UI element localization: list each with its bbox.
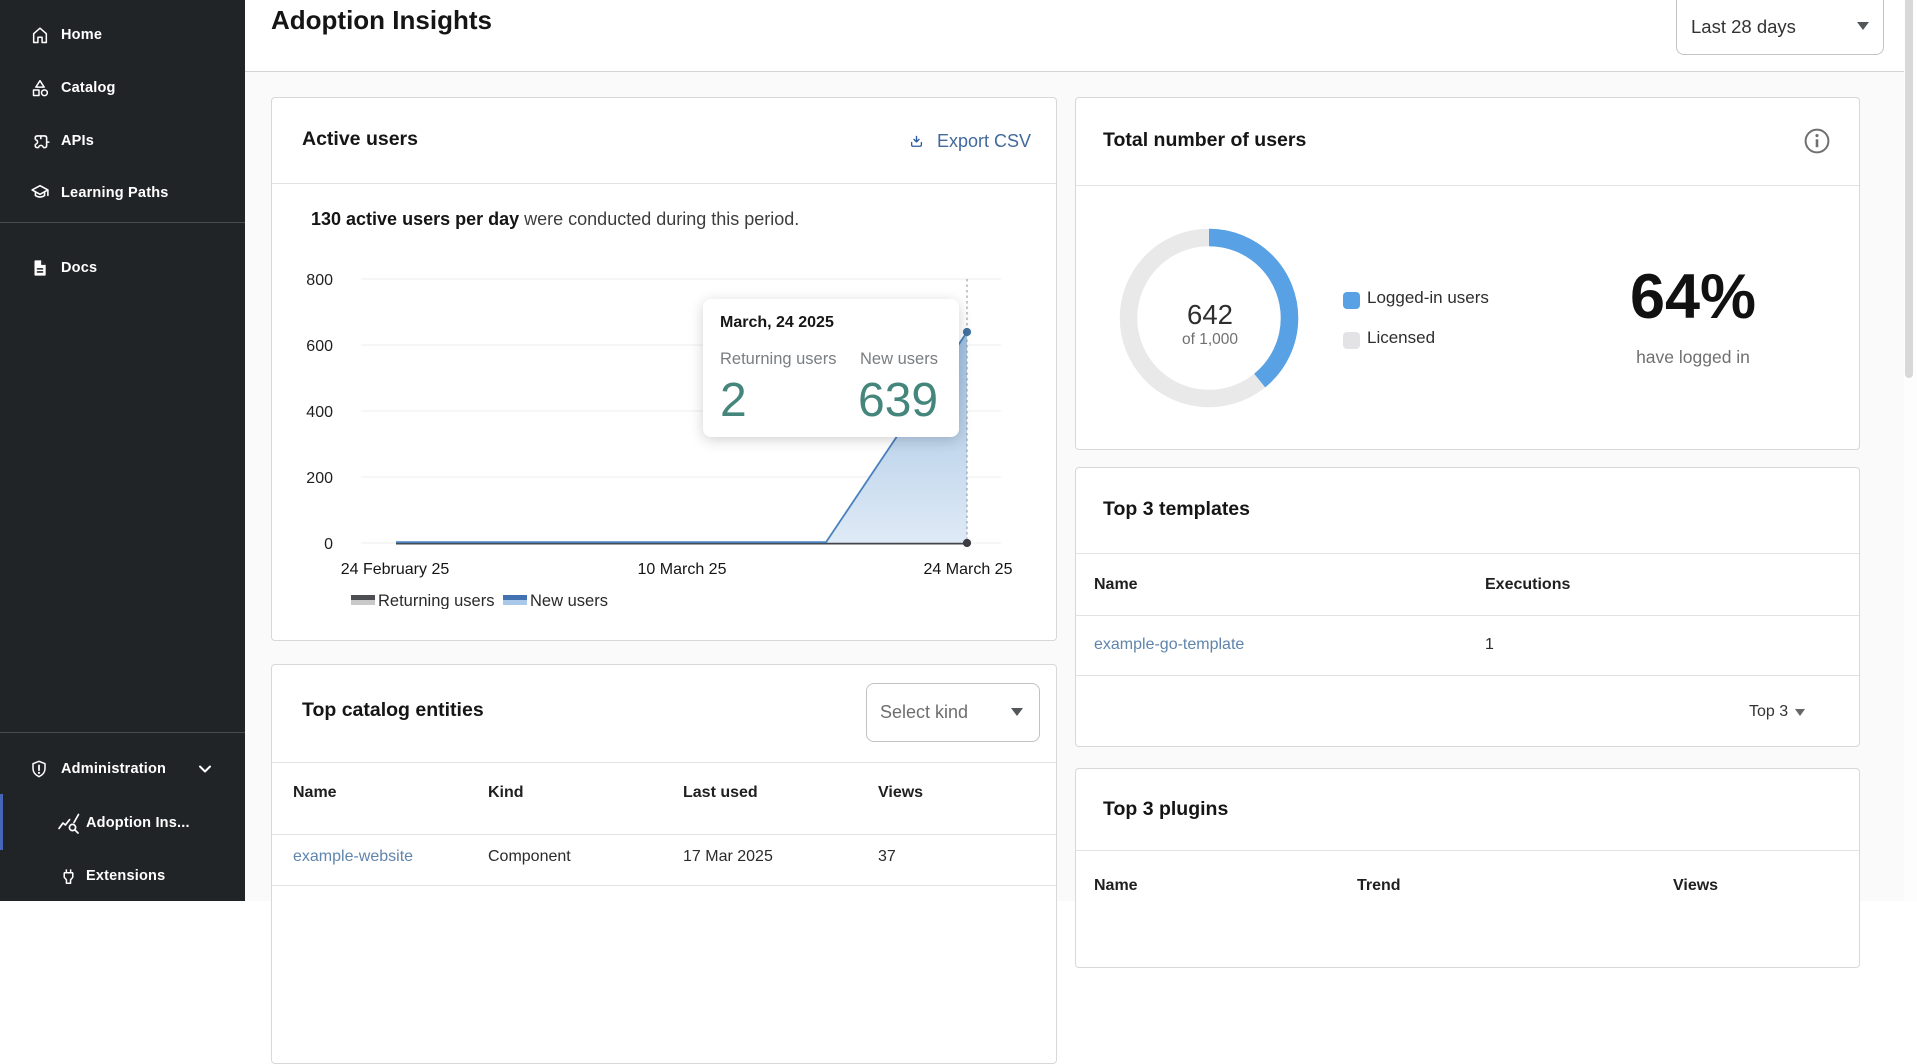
svg-text:600: 600 xyxy=(306,338,333,355)
svg-text:200: 200 xyxy=(306,470,333,487)
svg-text:New users: New users xyxy=(530,592,608,609)
svg-text:400: 400 xyxy=(306,404,333,421)
svg-text:800: 800 xyxy=(306,272,333,289)
svg-text:10 March 25: 10 March 25 xyxy=(638,561,727,578)
svg-text:0: 0 xyxy=(324,536,333,553)
svg-text:Returning users: Returning users xyxy=(378,592,494,609)
svg-text:24 March 25: 24 March 25 xyxy=(924,561,1013,578)
svg-text:24 February 25: 24 February 25 xyxy=(341,561,450,578)
